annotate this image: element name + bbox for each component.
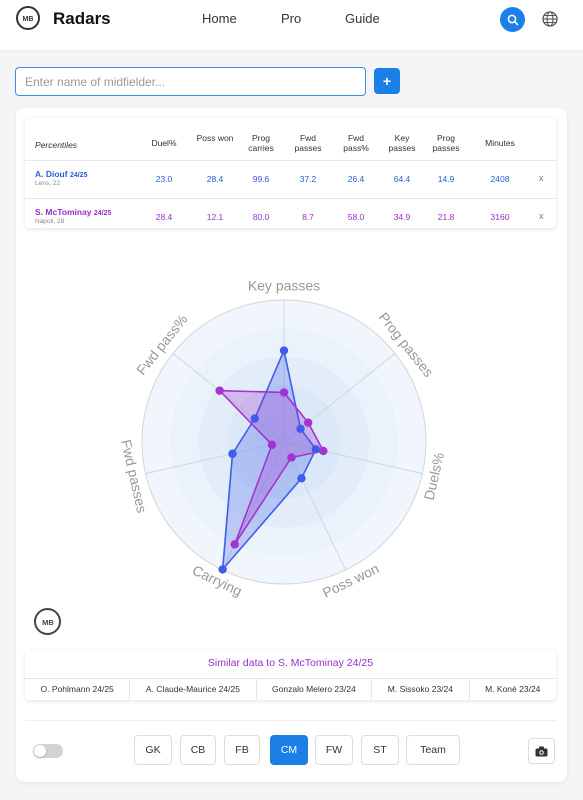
svg-text:MB: MB — [42, 618, 54, 627]
nav-guide[interactable]: Guide — [345, 11, 380, 26]
radar-point[interactable] — [319, 446, 328, 456]
similar-player-item[interactable]: O. Pohlmann 24/25 — [25, 679, 131, 700]
svg-text:MB: MB — [23, 16, 34, 23]
position-button-gk[interactable]: GK — [134, 735, 172, 765]
similar-player-item[interactable]: M. Koné 23/24 — [470, 679, 556, 700]
position-button-fw[interactable]: FW — [315, 735, 353, 765]
mb-watermark-icon: MB — [34, 608, 61, 635]
position-button-fb[interactable]: FB — [224, 735, 260, 765]
radar-point[interactable] — [287, 453, 296, 462]
main-panel: Percentiles Duel% Poss won Prog carries Fwd… — [16, 108, 567, 782]
radar-point[interactable] — [279, 346, 289, 355]
radar-point[interactable] — [279, 388, 289, 397]
camera-icon — [535, 746, 548, 756]
mb-logo-icon[interactable]: MB — [16, 6, 40, 30]
position-button-cm[interactable]: CM — [270, 735, 308, 765]
camera-button[interactable] — [528, 738, 555, 764]
toggle-knob — [34, 745, 46, 757]
search-icon — [507, 14, 519, 26]
similar-player-item[interactable]: M. Sissoko 23/24 — [372, 679, 470, 700]
radar-point[interactable] — [296, 424, 305, 434]
position-button-st[interactable]: ST — [361, 735, 399, 765]
similar-list: O. Pohlmann 24/25 A. Claude-Maurice 24/25… — [25, 678, 556, 700]
top-bar: MB Radars Home Pro Guide — [0, 0, 583, 50]
player-search-input[interactable] — [15, 67, 366, 96]
compare-toggle[interactable] — [33, 744, 63, 758]
globe-icon[interactable] — [541, 10, 559, 28]
similar-players-card: Similar data to S. McTominay 24/25 O. Po… — [25, 650, 556, 700]
similar-title: Similar data to S. McTominay 24/25 — [207, 657, 374, 669]
radar-chart: Key passesProg passesDuels%Poss wonCarry… — [118, 278, 447, 601]
nav-pro[interactable]: Pro — [281, 11, 301, 26]
radar-point[interactable] — [267, 440, 277, 449]
radar-point[interactable] — [304, 418, 313, 427]
similar-player-item[interactable]: A. Claude-Maurice 24/25 — [130, 679, 257, 700]
search-button[interactable] — [500, 7, 525, 32]
divider — [25, 720, 556, 721]
radar-point[interactable] — [250, 414, 259, 423]
nav-home[interactable]: Home — [202, 11, 237, 26]
position-button-team[interactable]: Team — [406, 735, 460, 765]
radar-point[interactable] — [297, 474, 306, 483]
radar-point[interactable] — [228, 449, 237, 458]
similar-player-item[interactable]: Gonzalo Melero 23/24 — [257, 679, 373, 700]
radar-point[interactable] — [230, 540, 239, 549]
add-player-button[interactable]: + — [374, 68, 400, 94]
brand-title[interactable]: Radars — [53, 9, 111, 29]
radar-point[interactable] — [215, 386, 224, 395]
radar-axis-label: Key passes — [248, 278, 320, 294]
radar-point[interactable] — [311, 445, 321, 454]
position-button-cb[interactable]: CB — [180, 735, 216, 765]
